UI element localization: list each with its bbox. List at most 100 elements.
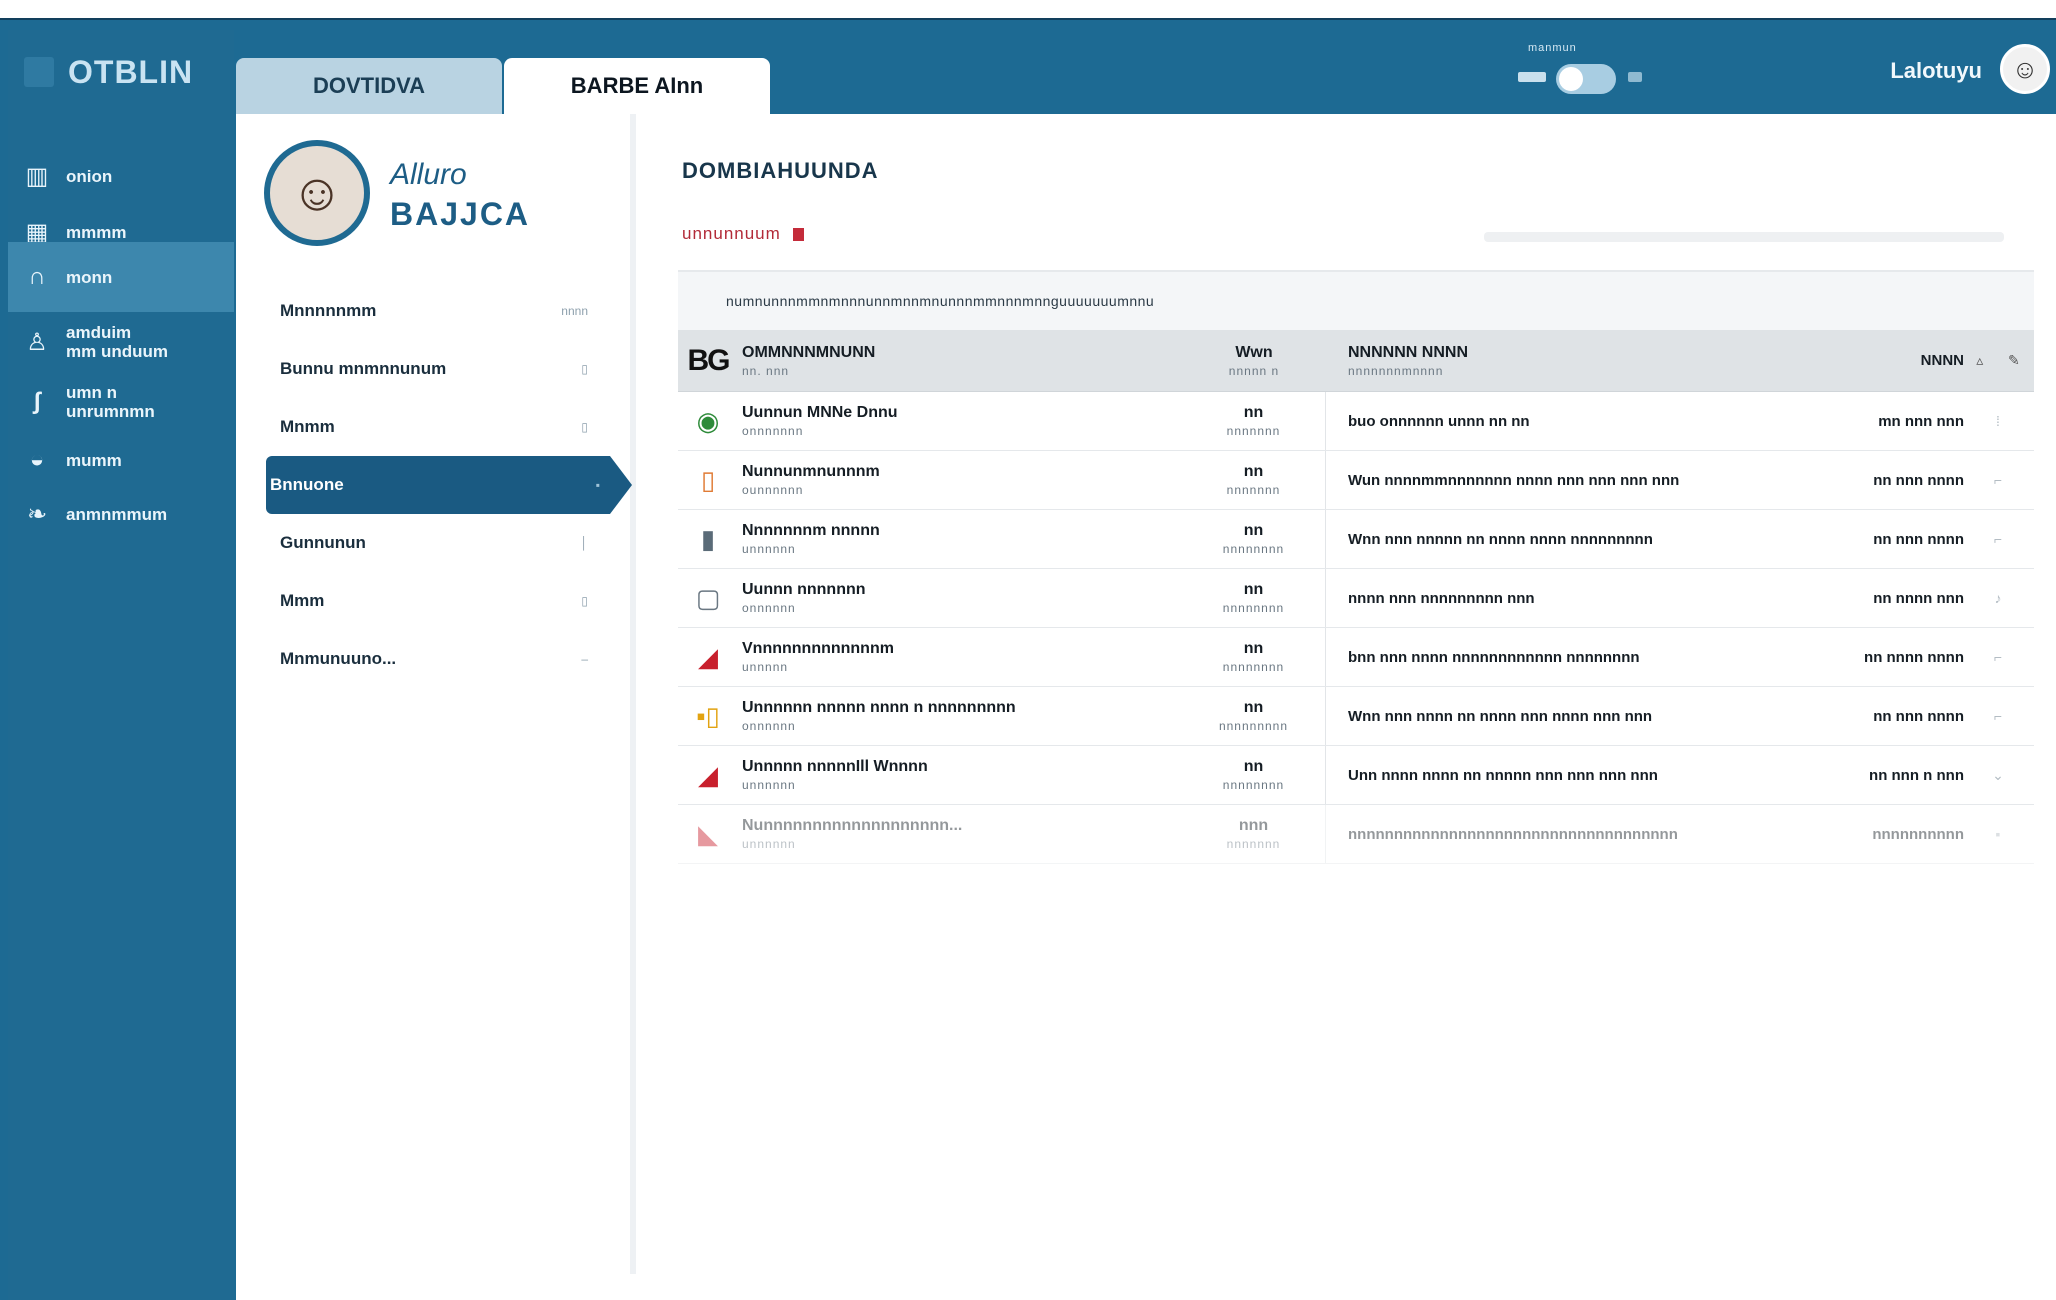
toggle-switch[interactable] — [1556, 64, 1616, 94]
row-description: bnn nnn nnnn nnnnnnnnnnnn nnnnnnnn — [1348, 648, 1640, 666]
row-name-sub: ounnnnnn — [742, 483, 804, 497]
sidebar-item-6[interactable]: ❧ anmnmmum — [8, 484, 234, 544]
table-row[interactable]: ◢ Unnnnn nnnnnIll Wnnnn unnnnnn nn nnnnnnnn U… — [678, 746, 2034, 805]
file-icon: ▮ — [700, 523, 716, 554]
profile-avatar[interactable]: ☺ — [264, 140, 370, 246]
profile-menu-item-5[interactable]: Mmm ▯ — [276, 572, 598, 630]
table-row[interactable]: ◢ Vnnnnnnnnnnnnnm unnnnn nn nnnnnnnn bnn nnn … — [678, 628, 2034, 687]
header-name-sub: nn. nnn — [742, 363, 790, 378]
brand-logo-icon — [24, 57, 54, 87]
table-row[interactable]: ▪▯ Unnnnnn nnnnn nnnn n nnnnnnnnn onnnnnn n… — [678, 687, 2034, 746]
table-row[interactable]: ▯ Nunnunmnunnnm ounnnnnn nn nnnnnnn Wun nnnnm… — [678, 451, 2034, 510]
sidebar-item-4[interactable]: ʃ umn n unrumnmn — [8, 372, 234, 432]
row-size: nn — [1243, 581, 1264, 598]
row-date: nnnnnnnnnn — [1872, 825, 1964, 843]
row-action-icon[interactable]: ⁞ — [1996, 413, 2000, 429]
row-action-icon[interactable]: ⌄ — [1992, 767, 2004, 783]
top-bar: DOVTIDVA BARBE AInn manmun Lalotuyu ☺ — [236, 30, 2056, 114]
row-description: Unn nnnn nnnn nn nnnnn nnn nnn nnn nnn — [1348, 766, 1658, 784]
row-action-icon[interactable]: ⌐ — [1994, 649, 2002, 665]
profile-menu-label: Mmm — [280, 591, 325, 610]
table-row[interactable]: ▮ Nnnnnnnm nnnnn unnnnnn nn nnnnnnnn Wnn nnn … — [678, 510, 2034, 569]
list-title: DOMBIAHUUNDA — [682, 158, 879, 183]
profile-menu-meta: ▯ — [581, 362, 588, 376]
shape-icon: ◢ — [698, 641, 718, 672]
sidebar-item-3[interactable]: ♙ amduim mm unduum — [8, 312, 234, 372]
user-avatar[interactable]: ☺ — [2000, 44, 2050, 94]
row-action-icon[interactable]: ⌐ — [1994, 472, 2002, 488]
table-row[interactable]: ◉ Uunnun MNNe Dnnu onnnnnnn nn nnnnnnn buo on… — [678, 392, 2034, 451]
toggle-right-icon — [1628, 72, 1642, 82]
row-name-sub: onnnnnn — [742, 719, 796, 733]
sidebar-item-label: mumm — [66, 450, 122, 470]
header-desc-sub: nnnnnnnmnnnn — [1348, 363, 1444, 378]
shape-icon: ◢ — [698, 759, 718, 790]
profile-menu-meta: ▯ — [581, 420, 588, 434]
sort-icon[interactable]: ▵ — [1976, 352, 1983, 369]
row-action-icon[interactable]: ♪ — [1995, 590, 2002, 606]
profile-menu-item-4[interactable]: Gunnunun │ — [276, 514, 598, 572]
brand[interactable]: OTBLIN — [24, 50, 234, 94]
profile-menu-item-3[interactable]: Bnnuone ▪ — [266, 456, 632, 514]
row-name: Nunnunmnunnnm — [742, 463, 880, 480]
table-row[interactable]: ▢ Uunnn nnnnnnn onnnnnn nn nnnnnnnn nnnn nnn … — [678, 569, 2034, 628]
profile-menu-label: Bunnu mnmnnunum — [280, 359, 447, 378]
profile-menu-meta: – — [581, 652, 588, 666]
row-name: Unnnnnn nnnnn nnnn n nnnnnnnnn — [742, 699, 1016, 716]
header-desc[interactable]: NNNNNN NNNN — [1348, 343, 1812, 363]
profile-face-icon: ☺ — [290, 164, 344, 222]
user-name[interactable]: Lalotuyu — [1890, 58, 1982, 84]
row-name: Nnnnnnnm nnnnn — [742, 522, 880, 539]
profile-menu-item-0[interactable]: Mnnnnnmm nnnn — [276, 282, 598, 340]
toggle-label: manmun — [1528, 42, 1577, 54]
row-action-icon[interactable]: ⌐ — [1994, 708, 2002, 724]
table-row[interactable]: ◣ Nunnnnnnnnnnnnnnnnnnn... unnnnnn nnn nnnnn… — [678, 805, 2034, 864]
table-body: ◉ Uunnun MNNe Dnnu onnnnnnn nn nnnnnnn buo on… — [678, 392, 2034, 864]
profile-menu-item-1[interactable]: Bunnu mnmnnunum ▯ — [276, 340, 598, 398]
row-description: nnnn nnn nnnnnnnnn nnn — [1348, 589, 1535, 607]
sidebar-item-label: anmnmmum — [66, 504, 168, 524]
row-description: nnnnnnnnnnnnnnnnnnnnnnnnnnnnnnnnnnnn — [1348, 825, 1678, 843]
sidebar-item-5[interactable]: ◒ mumm — [8, 430, 234, 490]
profile-menu-item-6[interactable]: Mnmunuuno... – — [276, 630, 598, 688]
view-toggle[interactable]: manmun — [1516, 42, 1656, 102]
row-name-sub: unnnnnn — [742, 837, 796, 851]
profile-menu-label: Bnnuone — [270, 475, 344, 494]
list-divider — [1484, 232, 2004, 242]
row-name-sub: unnnnn — [742, 660, 789, 674]
row-date: nn nnn n nnn — [1869, 766, 1964, 784]
row-description: Wun nnnnmmnnnnnnn nnnn nnn nnn nnn nnn — [1348, 471, 1680, 489]
filter-bar[interactable]: numnunnnmmnmnnnunnmnnmnunnnmmnnnmnnguuuu… — [678, 270, 2034, 330]
row-action-icon[interactable]: ⌐ — [1994, 531, 2002, 547]
row-name-sub: onnnnnn — [742, 601, 796, 615]
header-size[interactable]: Wwn — [1235, 343, 1272, 363]
row-size-sub: nnnnnnn — [1226, 424, 1281, 438]
row-name: Nunnnnnnnnnnnnnnnnnnn... — [742, 817, 963, 834]
header-date[interactable]: NNNN — [1921, 352, 1964, 369]
profile-panel: ☺ Alluro BAJJCA Mnnnnnmm nnnn Bunnu mnmnnu… — [236, 114, 636, 1274]
row-size: nnn — [1238, 817, 1269, 834]
hook-icon: ʃ — [33, 388, 41, 415]
sidebar-item-label: monn — [66, 267, 113, 287]
globe-icon: ◉ — [696, 405, 720, 436]
row-size: nn — [1243, 758, 1264, 775]
header-name[interactable]: OMMNNNMNUNN — [742, 343, 1182, 363]
list-panel: DOMBIAHUUNDA unnunnuum numnunnnmmnmnnnun… — [644, 114, 2054, 1274]
book-icon: ▥ — [25, 162, 49, 190]
row-size: nn — [1243, 640, 1264, 657]
sidebar-item-0[interactable]: ▥ onion — [8, 146, 234, 206]
row-size-sub: nnnnnnnn — [1222, 660, 1285, 674]
row-size-sub: nnnnnnnn — [1222, 778, 1285, 792]
row-description: Wnn nnn nnnn nn nnnn nnn nnnn nnn nnn — [1348, 707, 1653, 725]
tab-first[interactable]: DOVTIDVA — [236, 58, 502, 114]
row-name: Uunnn nnnnnnn — [742, 581, 866, 598]
row-name-sub: unnnnnn — [742, 542, 796, 556]
edit-icon[interactable]: ✎ — [2008, 352, 2020, 369]
row-action-icon[interactable]: ▪ — [1996, 826, 2001, 842]
profile-menu-item-2[interactable]: Mnmm ▯ — [276, 398, 598, 456]
tab-active[interactable]: BARBE AInn — [504, 58, 770, 114]
profile-menu-label: Mnmm — [280, 417, 335, 436]
sidebar-item-2[interactable]: ∩ monn — [8, 242, 234, 312]
list-subtitle[interactable]: unnunnuum — [682, 224, 804, 244]
arc-icon: ∩ — [28, 263, 46, 290]
